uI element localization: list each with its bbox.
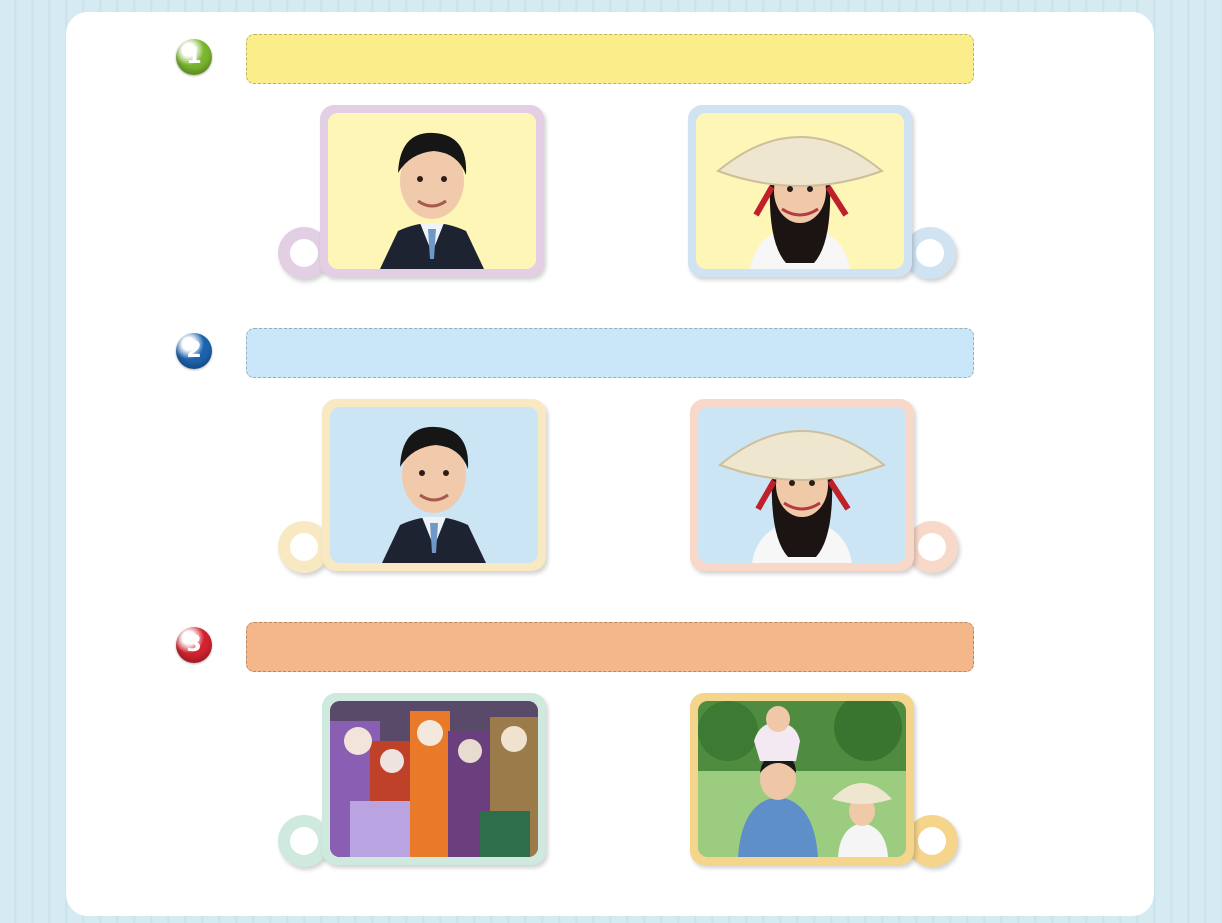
answer-bar-3[interactable] xyxy=(246,622,974,672)
answer-bar-2[interactable] xyxy=(246,328,974,378)
worksheet-panel xyxy=(66,12,1154,916)
carnival-costumes-photo xyxy=(330,701,538,857)
photo-tag-family xyxy=(690,693,914,865)
photo-tag-man-1 xyxy=(320,105,544,277)
woman-in-conical-hat-photo xyxy=(698,407,906,563)
answer-bar-1[interactable] xyxy=(246,34,974,84)
item-number-2: 2 xyxy=(176,333,212,369)
photo-tag-woman-2 xyxy=(690,399,914,571)
man-in-suit-photo xyxy=(330,407,538,563)
man-in-suit-photo xyxy=(328,113,536,269)
photo-tag-woman-1 xyxy=(688,105,912,277)
woman-in-conical-hat-photo xyxy=(696,113,904,269)
item-number-3: 3 xyxy=(176,627,212,663)
item-number-1: 1 xyxy=(176,39,212,75)
photo-tag-carnival xyxy=(322,693,546,865)
photo-tag-man-2 xyxy=(322,399,546,571)
family-outdoors-photo xyxy=(698,701,906,857)
